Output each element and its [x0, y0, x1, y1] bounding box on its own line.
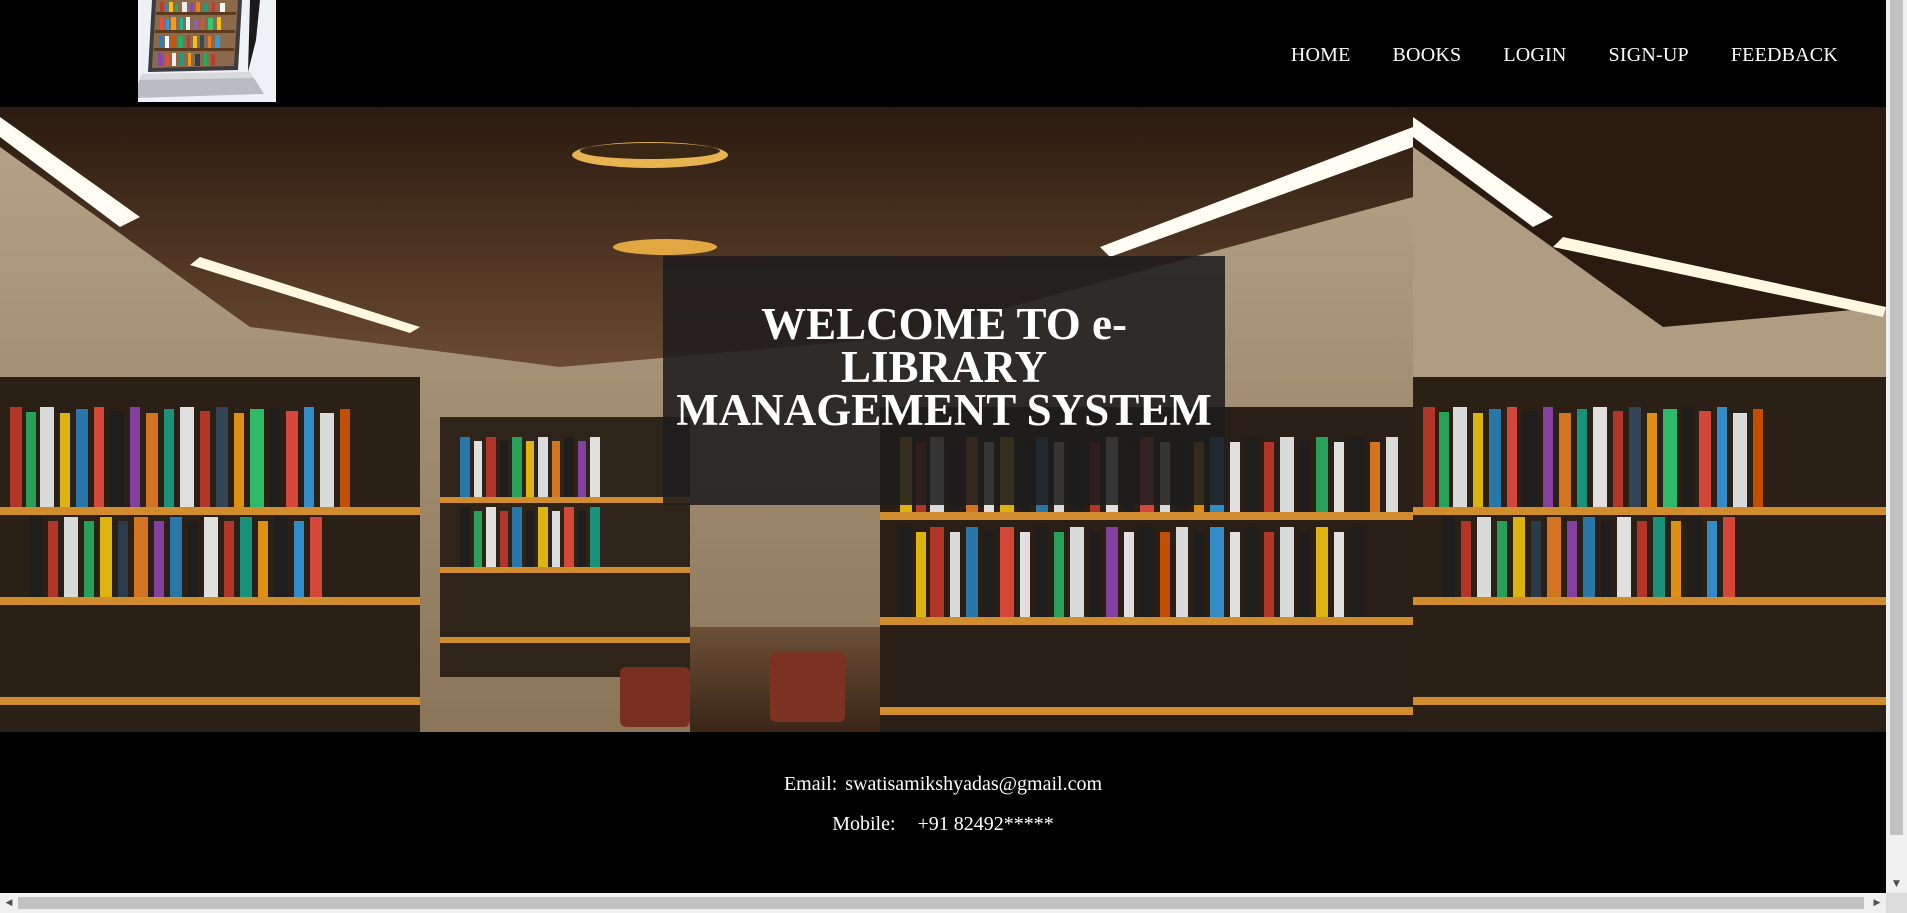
mobile-value: +91 82492***** [917, 813, 1054, 835]
nav-feedback-link[interactable]: FEEDBACK [1731, 44, 1838, 67]
vertical-scroll-thumb[interactable] [1890, 0, 1903, 835]
scroll-down-arrow-icon[interactable]: ▼ [1886, 875, 1907, 893]
scroll-left-arrow-icon[interactable]: ◀ [0, 893, 18, 913]
horizontal-scrollbar[interactable]: ◀ ▶ [0, 893, 1886, 913]
scrollbar-corner [1886, 893, 1907, 913]
site-logo[interactable] [138, 0, 276, 102]
welcome-heading-line2: MANAGEMENT SYSTEM [676, 385, 1212, 435]
nav-home-link[interactable]: HOME [1291, 44, 1351, 67]
welcome-banner: WELCOME TO e-LIBRARY MANAGEMENT SYSTEM [663, 256, 1225, 505]
page-viewport: HOME BOOKS LOGIN SIGN-UP FEEDBACK WELCOM… [0, 0, 1886, 893]
welcome-heading: WELCOME TO e-LIBRARY MANAGEMENT SYSTEM [663, 299, 1225, 435]
mobile-label: Mobile: [832, 813, 896, 835]
vertical-scrollbar[interactable]: ▼ [1886, 0, 1907, 893]
nav-login-link[interactable]: LOGIN [1503, 44, 1566, 67]
main-nav: HOME BOOKS LOGIN SIGN-UP FEEDBACK [1249, 44, 1838, 67]
scroll-right-arrow-icon[interactable]: ▶ [1868, 893, 1886, 913]
email-value: swatisamikshyadas@gmail.com [845, 773, 1103, 795]
footer-email-row: Email: swatisamikshyadas@gmail.com [0, 773, 1886, 796]
hero-section: WELCOME TO e-LIBRARY MANAGEMENT SYSTEM [0, 107, 1886, 732]
email-label: Email: [783, 773, 838, 795]
horizontal-scroll-thumb[interactable] [18, 897, 1864, 909]
library-background-image-repeat [1413, 107, 1886, 732]
welcome-heading-line1: WELCOME TO e-LIBRARY [761, 299, 1127, 392]
site-header: HOME BOOKS LOGIN SIGN-UP FEEDBACK [0, 0, 1886, 107]
nav-books-link[interactable]: BOOKS [1393, 44, 1462, 67]
footer-mobile-row: Mobile: +91 82492***** [0, 813, 1886, 836]
nav-signup-link[interactable]: SIGN-UP [1609, 44, 1689, 67]
site-footer: Email: swatisamikshyadas@gmail.com Mobile… [0, 732, 1886, 893]
laptop-bookshelf-logo [138, 0, 276, 102]
